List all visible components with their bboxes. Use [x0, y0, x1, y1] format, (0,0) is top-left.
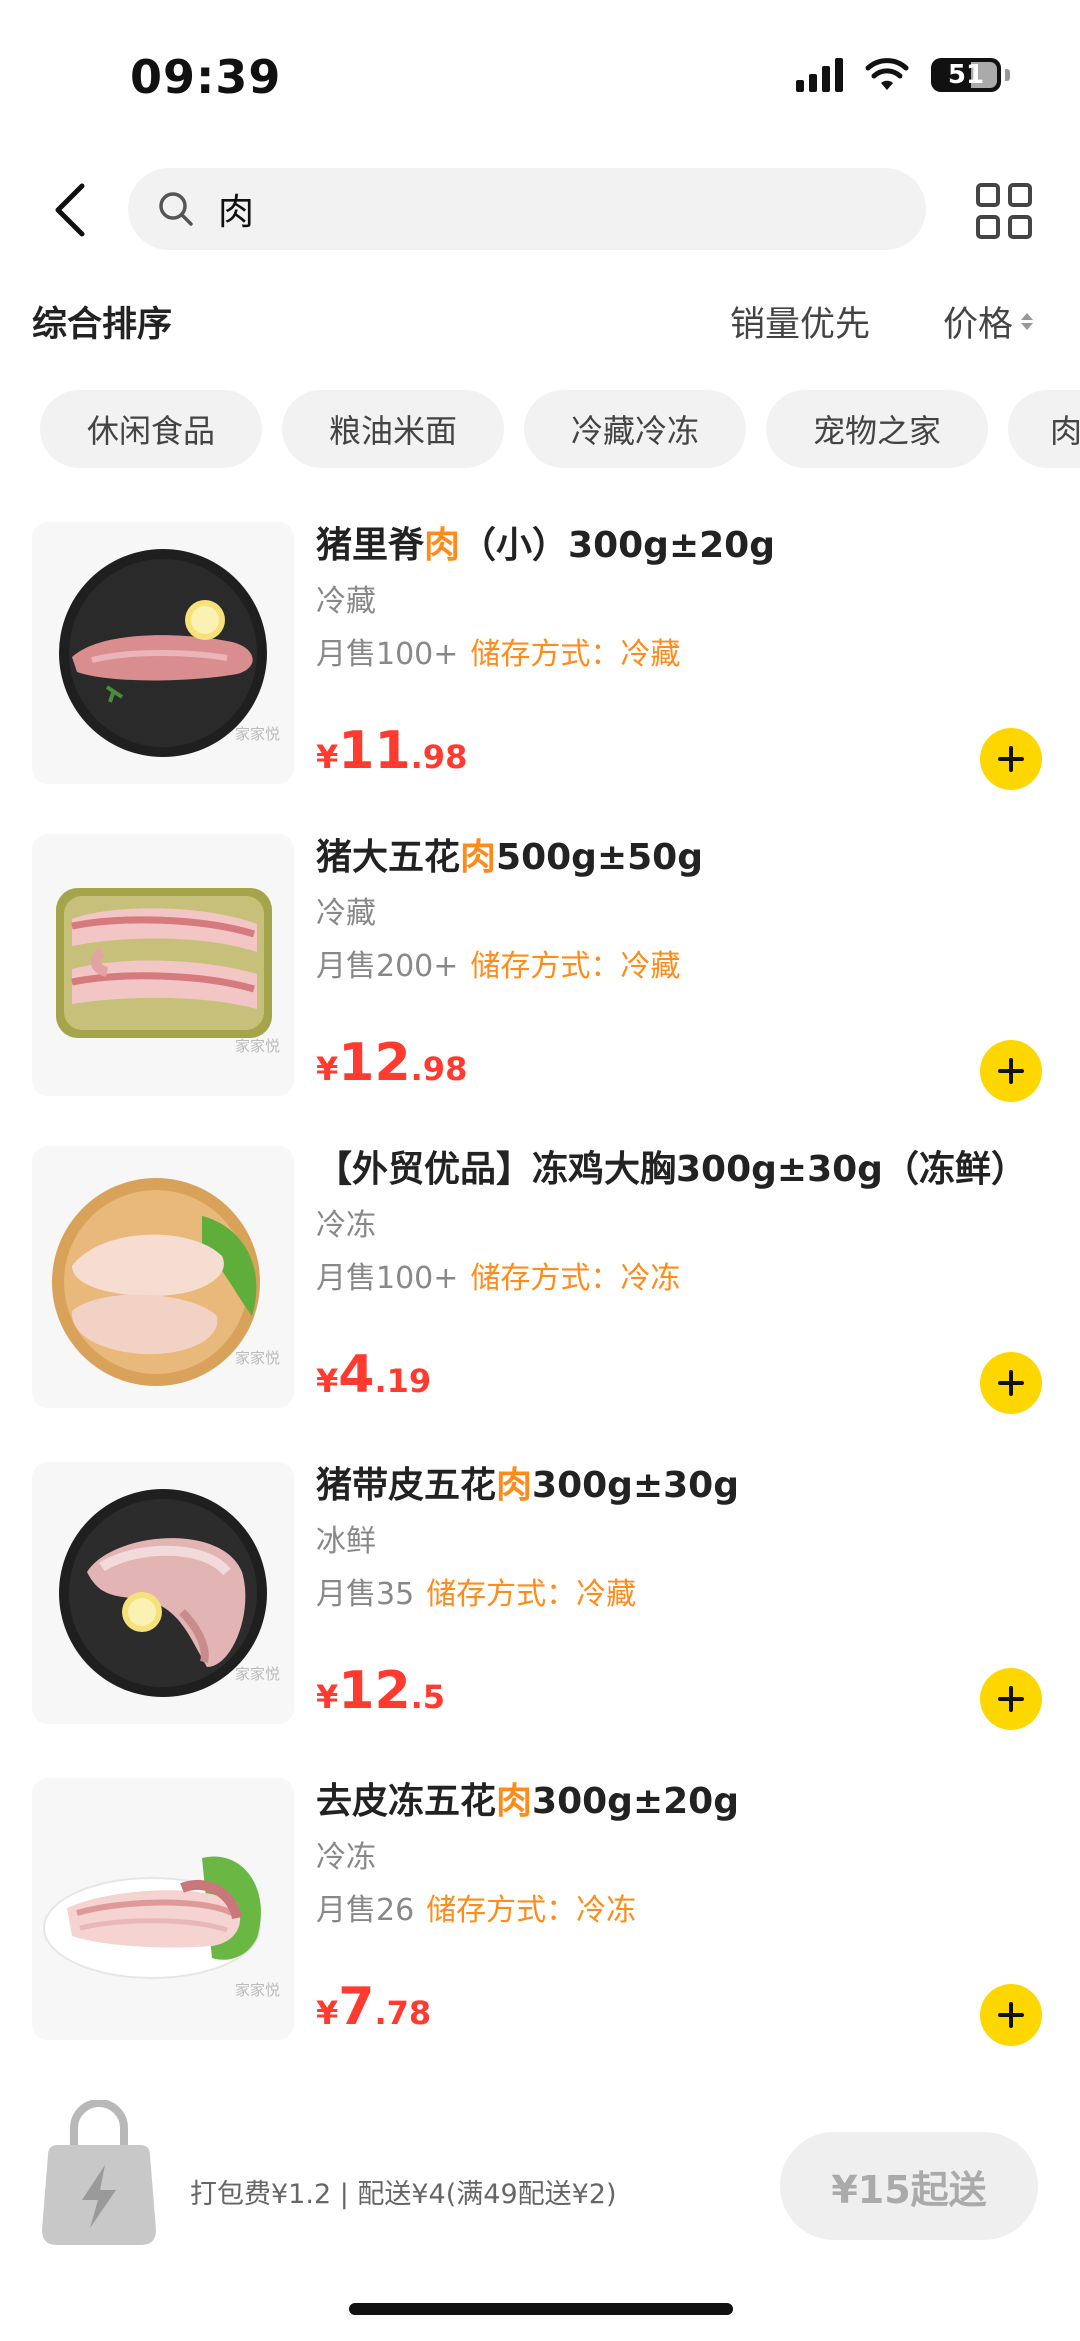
back-arrow-icon: [55, 183, 85, 237]
product-meta: 月售100+ 储存方式：冷冻: [316, 1253, 680, 1297]
product-tag: 冰鲜: [316, 1524, 376, 1559]
product-tag: 冷冻: [316, 1208, 376, 1243]
search-icon: [159, 192, 193, 226]
add-to-cart-button[interactable]: [980, 728, 1042, 790]
product-image: 家家悦: [32, 522, 294, 784]
sort-price[interactable]: 价格: [943, 296, 1034, 347]
chip-chilled-frozen[interactable]: 冷藏冷冻: [524, 390, 746, 468]
watermark: 家家悦: [234, 1349, 280, 1367]
plus-icon: [998, 1058, 1024, 1084]
cellular-signal-icon: [796, 58, 843, 92]
sort-toggle-icon: [1021, 313, 1034, 330]
product-image: 家家悦: [32, 1146, 294, 1408]
watermark: 家家悦: [234, 1665, 280, 1683]
checkout-button[interactable]: ¥15起送: [780, 2132, 1038, 2240]
plus-icon: [998, 1370, 1024, 1396]
chip-meat[interactable]: 肉: [1008, 390, 1080, 468]
product-item[interactable]: 家家悦 猪带皮五花肉300g±30g 冰鲜 月售35 储存方式：冷藏 ¥12.5: [0, 1456, 1080, 1746]
wifi-icon: [865, 58, 909, 90]
search-query: 肉: [218, 192, 255, 233]
product-price: ¥4.19: [316, 1345, 432, 1405]
product-title: 猪里脊肉（小）300g±20g: [316, 525, 775, 566]
product-title: 猪大五花肉500g±50g: [316, 837, 703, 878]
product-list: 家家悦 猪里脊肉（小）300g±20g 冷藏 月售100+ 储存方式：冷藏 ¥11…: [0, 510, 1080, 2100]
add-to-cart-button[interactable]: [980, 1040, 1042, 1102]
product-title: 去皮冻五花肉300g±20g: [316, 1781, 739, 1822]
back-button[interactable]: [40, 177, 100, 243]
search-header: 肉: [0, 165, 1080, 255]
sort-bar: 综合排序 销量优先 价格: [0, 290, 1080, 350]
chip-pets[interactable]: 宠物之家: [766, 390, 988, 468]
product-tag: 冷藏: [316, 896, 376, 931]
add-to-cart-button[interactable]: [980, 1352, 1042, 1414]
product-image: 家家悦: [32, 1778, 294, 2040]
storage-method: 储存方式：冷冻: [426, 1893, 637, 1928]
delivery-fee-info: 打包费¥1.2 | 配送¥4(满49配送¥2): [190, 2179, 617, 2210]
product-meta: 月售35 储存方式：冷藏: [316, 1569, 636, 1613]
sort-sales[interactable]: 销量优先: [730, 296, 870, 347]
product-price: ¥12.98: [316, 1033, 468, 1093]
shopping-bag-icon[interactable]: [38, 2099, 160, 2250]
monthly-sales: 月售100+: [316, 637, 459, 672]
monthly-sales: 月售200+: [316, 949, 459, 984]
grid-view-icon: [976, 183, 1000, 207]
product-meta: 月售26 储存方式：冷冻: [316, 1885, 636, 1929]
product-price: ¥12.5: [316, 1661, 446, 1721]
grid-view-button[interactable]: [976, 183, 1032, 239]
product-tag: 冷藏: [316, 584, 376, 619]
status-bar: 09:39 51: [0, 0, 1080, 150]
status-time: 09:39: [130, 50, 282, 104]
chip-snacks[interactable]: 休闲食品: [40, 390, 262, 468]
product-price: ¥11.98: [316, 721, 468, 781]
watermark: 家家悦: [234, 725, 280, 743]
storage-method: 储存方式：冷藏: [470, 637, 681, 672]
storage-method: 储存方式：冷藏: [426, 1577, 637, 1612]
product-title: 猪带皮五花肉300g±30g: [316, 1465, 739, 1506]
search-input[interactable]: 肉: [128, 168, 926, 250]
home-indicator: [349, 2303, 733, 2315]
plus-icon: [998, 1686, 1024, 1712]
product-item[interactable]: 家家悦 去皮冻五花肉300g±20g 冷冻 月售26 储存方式：冷冻 ¥7.78: [0, 1772, 1080, 2062]
chip-grain-oil[interactable]: 粮油米面: [282, 390, 504, 468]
cart-bar: 打包费¥1.2 | 配送¥4(满49配送¥2) ¥15起送: [0, 2099, 1080, 2260]
product-image: 家家悦: [32, 834, 294, 1096]
product-meta: 月售200+ 储存方式：冷藏: [316, 941, 680, 985]
monthly-sales: 月售26: [316, 1893, 415, 1928]
add-to-cart-button[interactable]: [980, 1668, 1042, 1730]
status-icons: 51: [796, 58, 1010, 92]
watermark: 家家悦: [234, 1037, 280, 1055]
product-title: 【外贸优品】冻鸡大胸300g±30g（冻鲜）: [316, 1149, 1027, 1190]
product-meta: 月售100+ 储存方式：冷藏: [316, 629, 680, 673]
product-price: ¥7.78: [316, 1977, 432, 2037]
plus-icon: [998, 746, 1024, 772]
sort-price-label: 价格: [943, 305, 1014, 345]
battery-icon: 51: [931, 58, 1001, 92]
plus-icon: [998, 2002, 1024, 2028]
add-to-cart-button[interactable]: [980, 1984, 1042, 2046]
battery-level: 51: [947, 60, 985, 90]
storage-method: 储存方式：冷藏: [470, 949, 681, 984]
product-item[interactable]: 家家悦 猪里脊肉（小）300g±20g 冷藏 月售100+ 储存方式：冷藏 ¥11…: [0, 516, 1080, 806]
product-image: 家家悦: [32, 1462, 294, 1724]
category-chips: 休闲食品 粮油米面 冷藏冷冻 宠物之家 肉: [0, 390, 1080, 470]
monthly-sales: 月售35: [316, 1577, 415, 1612]
product-item[interactable]: 家家悦 【外贸优品】冻鸡大胸300g±30g（冻鲜） 冷冻 月售100+ 储存方式…: [0, 1140, 1080, 1430]
watermark: 家家悦: [234, 1981, 280, 1999]
storage-method: 储存方式：冷冻: [470, 1261, 681, 1296]
product-item[interactable]: 家家悦 猪大五花肉500g±50g 冷藏 月售200+ 储存方式：冷藏 ¥12.9…: [0, 828, 1080, 1118]
product-tag: 冷冻: [316, 1840, 376, 1875]
monthly-sales: 月售100+: [316, 1261, 459, 1296]
sort-comprehensive[interactable]: 综合排序: [32, 296, 172, 347]
